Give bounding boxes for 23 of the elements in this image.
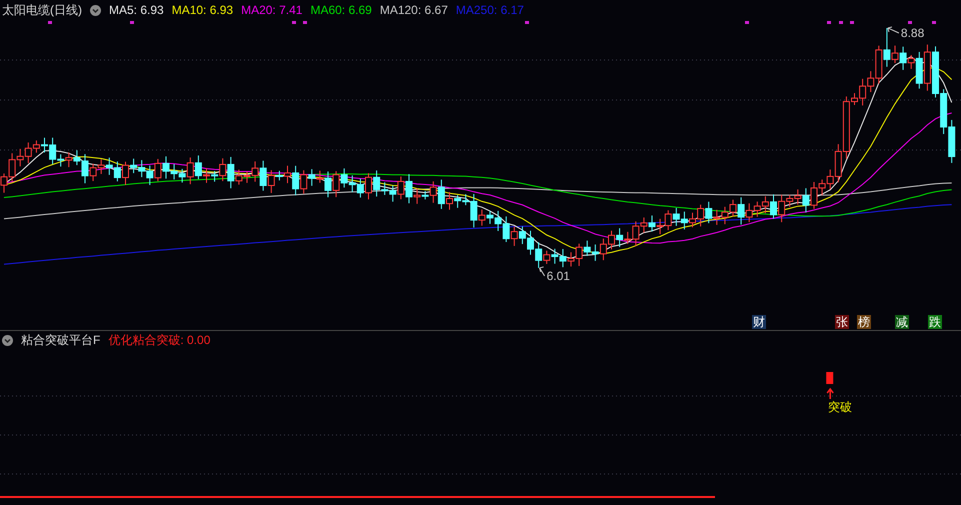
event-tag: 榜 bbox=[857, 315, 871, 329]
ma-legend-item: MA250: 6.17 bbox=[456, 2, 524, 19]
ma-legend-item: MA120: 6.67 bbox=[380, 2, 448, 19]
arrow-up-icon bbox=[826, 388, 834, 400]
event-tag: 财 bbox=[752, 315, 766, 329]
ma-legend-item: MA10: 6.93 bbox=[172, 2, 234, 19]
indicator-title: 粘合突破平台F bbox=[21, 332, 100, 349]
event-tag: 跌 bbox=[928, 315, 942, 329]
ma-legend-item: MA5: 6.93 bbox=[109, 2, 164, 19]
indicator-reading: 优化粘合突破: 0.00 bbox=[108, 332, 210, 349]
price-label: 6.01 bbox=[546, 270, 570, 282]
event-tag: 减 bbox=[895, 315, 909, 329]
chart-title: 太阳电缆(日线) bbox=[2, 2, 82, 19]
leader-line bbox=[887, 26, 900, 34]
price-label: 8.88 bbox=[900, 27, 924, 39]
signal-label: 突破 bbox=[828, 401, 852, 413]
leader-line bbox=[539, 266, 546, 276]
ma-legend-item: MA60: 6.69 bbox=[310, 2, 372, 19]
signal-bar bbox=[826, 372, 834, 384]
ma-legend-item: MA20: 7.41 bbox=[241, 2, 302, 19]
collapse-icon[interactable] bbox=[2, 334, 13, 346]
event-tag: 张 bbox=[835, 315, 849, 329]
collapse-icon[interactable] bbox=[90, 4, 101, 16]
